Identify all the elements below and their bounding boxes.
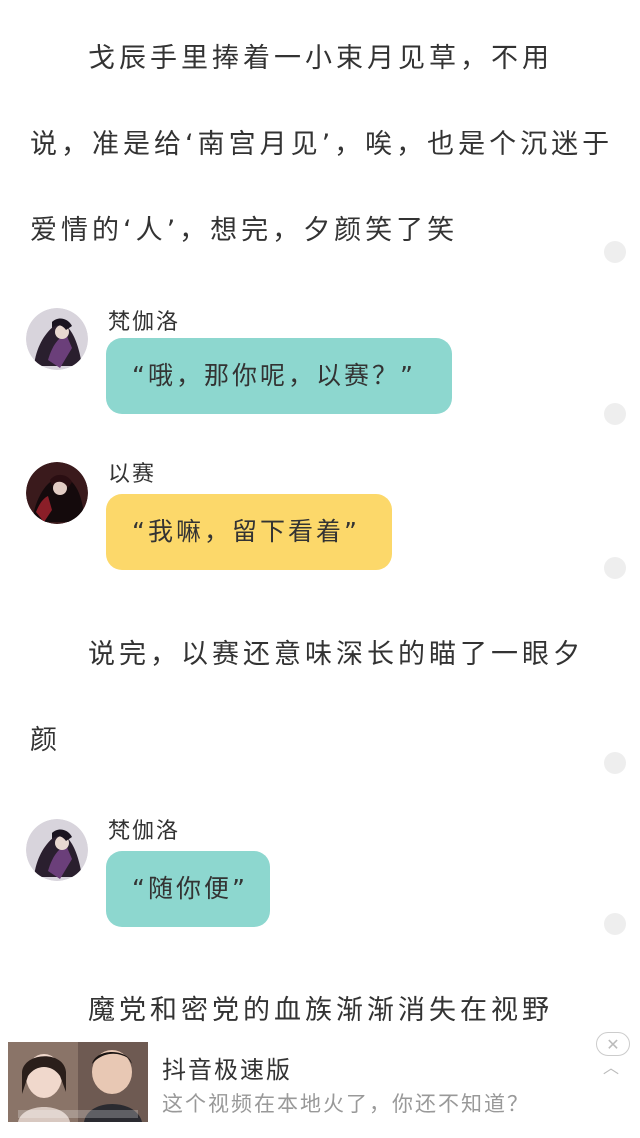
avatar[interactable]	[26, 819, 88, 881]
chat-bubble: “我嘛，留下看着”	[106, 494, 392, 570]
avatar-image	[26, 462, 88, 524]
chat-bubble: “哦，那你呢，以赛？”	[106, 338, 452, 414]
story-line: 颜	[30, 725, 61, 756]
avatar[interactable]	[26, 462, 88, 524]
speaker-name: 以赛	[108, 462, 157, 487]
avatar-image	[26, 819, 88, 881]
story-line: 说完，以赛还意味深长的瞄了一眼夕	[88, 639, 584, 670]
story-line: 爱情的‘人’，想完，夕颜笑了笑	[30, 215, 459, 246]
avatar-image	[26, 308, 88, 370]
speaker-name: 梵伽洛	[108, 310, 181, 335]
ad-thumbnail-image	[8, 1042, 148, 1122]
chevron-up-icon[interactable]: ︿	[600, 1058, 622, 1077]
story-line: 魔党和密党的血族渐渐消失在视野	[88, 995, 553, 1026]
side-dot	[604, 752, 626, 774]
chat-bubble: “随你便”	[106, 851, 270, 927]
story-line: 说，准是给‘南宫月见’，唉，也是个沉迷于	[30, 129, 614, 160]
side-dot	[604, 241, 626, 263]
side-dot	[604, 557, 626, 579]
ad-title[interactable]: 抖音极速版	[162, 1050, 292, 1085]
ad-banner[interactable]: 抖音极速版 这个视频在本地火了，你还不知道？ ✕ ︿	[0, 1032, 640, 1138]
close-icon[interactable]: ✕	[596, 1032, 630, 1056]
side-dot	[604, 403, 626, 425]
side-dot	[604, 913, 626, 935]
speaker-name: 梵伽洛	[108, 819, 181, 844]
ad-subtitle[interactable]: 这个视频在本地火了，你还不知道？	[162, 1088, 530, 1118]
ad-thumbnail[interactable]	[8, 1042, 148, 1122]
avatar[interactable]	[26, 308, 88, 370]
story-line: 戈辰手里捧着一小束月见草，不用	[88, 43, 553, 74]
